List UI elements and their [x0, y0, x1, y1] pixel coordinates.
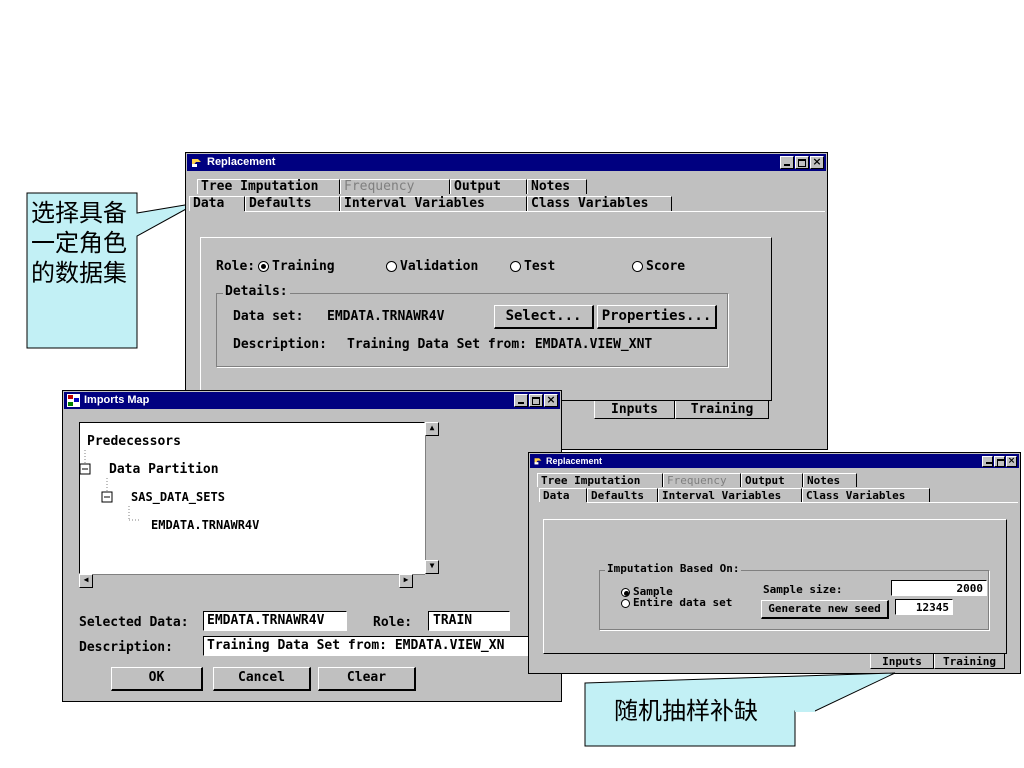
radio-entire-label: Entire data set — [633, 596, 733, 609]
small-replacement-app-icon — [533, 456, 543, 466]
radio-score-label: Score — [646, 259, 686, 274]
dataset-value: EMDATA.TRNAWR4V — [327, 309, 445, 324]
tab-interval-variables[interactable]: Interval Variables — [340, 196, 527, 211]
maximize-icon[interactable] — [795, 156, 809, 169]
role-label: Role: — [216, 259, 256, 274]
imports-map-window: Imports Map × Predecessors Data Partitio… — [62, 390, 562, 702]
tree-item-emdata[interactable]: EMDATA.TRNAWR4V — [151, 518, 259, 532]
window-title: Replacement — [207, 156, 276, 168]
callout-bottom-text: 随机抽样补缺 — [614, 697, 758, 725]
small-window-title: Replacement — [546, 456, 603, 466]
scroll-down-icon[interactable]: ▼ — [425, 560, 439, 574]
select-button[interactable]: Select... — [494, 305, 594, 329]
ok-button[interactable]: OK — [111, 667, 203, 691]
tree-item-sas-data-sets[interactable]: SAS_DATA_SETS — [131, 490, 225, 504]
title-bar[interactable]: Replacement × — [187, 154, 826, 171]
cancel-button[interactable]: Cancel — [213, 667, 311, 691]
close-icon[interactable]: × — [810, 156, 824, 169]
small-tab-defaults[interactable]: Defaults — [587, 488, 658, 502]
small-tab-interval-variables[interactable]: Interval Variables — [658, 488, 802, 502]
tab-notes[interactable]: Notes — [527, 179, 587, 194]
radio-score[interactable]: Score — [632, 259, 685, 274]
scroll-left-icon[interactable]: ◀ — [79, 574, 93, 588]
imports-description-label: Description: — [79, 640, 173, 655]
radio-validation[interactable]: Validation — [386, 259, 478, 274]
clear-button[interactable]: Clear — [318, 667, 416, 691]
scroll-up-icon[interactable]: ▲ — [425, 422, 439, 436]
radio-entire-icon[interactable] — [621, 598, 630, 608]
seed-value: 12345 — [915, 601, 949, 614]
description-value: Training Data Set from: EMDATA.VIEW_XNT — [347, 337, 653, 352]
tab-training[interactable]: Training — [675, 401, 769, 419]
tab-tree-imputation[interactable]: Tree Imputation — [197, 179, 340, 194]
selected-data-label: Selected Data: — [79, 615, 189, 630]
small-tab-tree-imputation[interactable]: Tree Imputation — [537, 473, 663, 487]
tree-item-predecessors[interactable]: Predecessors — [87, 434, 181, 449]
small-tab-class-variables[interactable]: Class Variables — [802, 488, 930, 502]
sample-size-value: 2000 — [956, 582, 984, 595]
replacement-app-icon — [190, 156, 203, 169]
tab-frequency[interactable]: Frequency — [340, 179, 450, 194]
details-label: Details: — [223, 284, 290, 299]
radio-validation-label: Validation — [400, 259, 479, 274]
small-tab-output[interactable]: Output — [741, 473, 803, 487]
dataset-label: Data set: — [233, 309, 304, 324]
imports-window-title: Imports Map — [84, 394, 150, 406]
small-tab-frequency[interactable]: Frequency — [663, 473, 741, 487]
selected-data-value: EMDATA.TRNAWR4V — [207, 613, 325, 628]
imputation-group-label: Imputation Based On: — [605, 562, 742, 575]
small-tab-notes[interactable]: Notes — [803, 473, 857, 487]
horizontal-scrollbar[interactable] — [79, 574, 425, 588]
callout-left-text: 选择具备一定角色的数据集 — [31, 199, 127, 287]
radio-test-icon[interactable] — [510, 261, 521, 272]
replacement-window-small: Replacement × Tree Imputation Frequency … — [528, 452, 1021, 674]
tab-row-line — [245, 211, 825, 212]
radio-test[interactable]: Test — [510, 259, 555, 274]
small-tab-row-line — [587, 502, 1018, 503]
sample-size-label: Sample size: — [763, 583, 843, 596]
properties-button[interactable]: Properties... — [597, 305, 717, 329]
radio-score-icon[interactable] — [632, 261, 643, 272]
radio-training-label: Training — [272, 259, 335, 274]
small-tab-data[interactable]: Data — [539, 488, 587, 502]
tab-class-variables[interactable]: Class Variables — [527, 196, 672, 211]
role-value: TRAIN — [433, 613, 473, 628]
imports-title-bar[interactable]: Imports Map × — [64, 392, 560, 409]
small-maximize-icon[interactable] — [994, 456, 1005, 467]
small-close-icon[interactable]: × — [1006, 456, 1017, 467]
small-minimize-icon[interactable] — [982, 456, 993, 467]
radio-training[interactable]: Training — [258, 259, 335, 274]
tab-data[interactable]: Data — [189, 196, 245, 211]
radio-training-icon[interactable] — [258, 261, 269, 272]
imports-description-value: Training Data Set from: EMDATA.VIEW_XN — [207, 638, 505, 653]
role-label-imports: Role: — [373, 615, 413, 630]
small-title-bar[interactable]: Replacement × — [530, 454, 1019, 468]
imports-close-icon[interactable]: × — [544, 394, 558, 407]
radio-test-label: Test — [524, 259, 556, 274]
radio-validation-icon[interactable] — [386, 261, 397, 272]
imports-minimize-icon[interactable] — [514, 394, 528, 407]
scroll-right-icon[interactable]: ▶ — [399, 574, 413, 588]
imports-map-icon — [67, 394, 80, 407]
tab-defaults[interactable]: Defaults — [245, 196, 340, 211]
tree-item-data-partition[interactable]: Data Partition — [109, 462, 219, 477]
minimize-icon[interactable] — [780, 156, 794, 169]
imports-maximize-icon[interactable] — [529, 394, 543, 407]
tab-inputs[interactable]: Inputs — [594, 401, 675, 419]
generate-seed-button[interactable]: Generate new seed — [761, 600, 889, 619]
description-label: Description: — [233, 337, 327, 352]
tab-output[interactable]: Output — [450, 179, 527, 194]
radio-entire-data-set[interactable]: Entire data set — [621, 596, 732, 609]
vertical-scrollbar[interactable] — [425, 422, 439, 574]
